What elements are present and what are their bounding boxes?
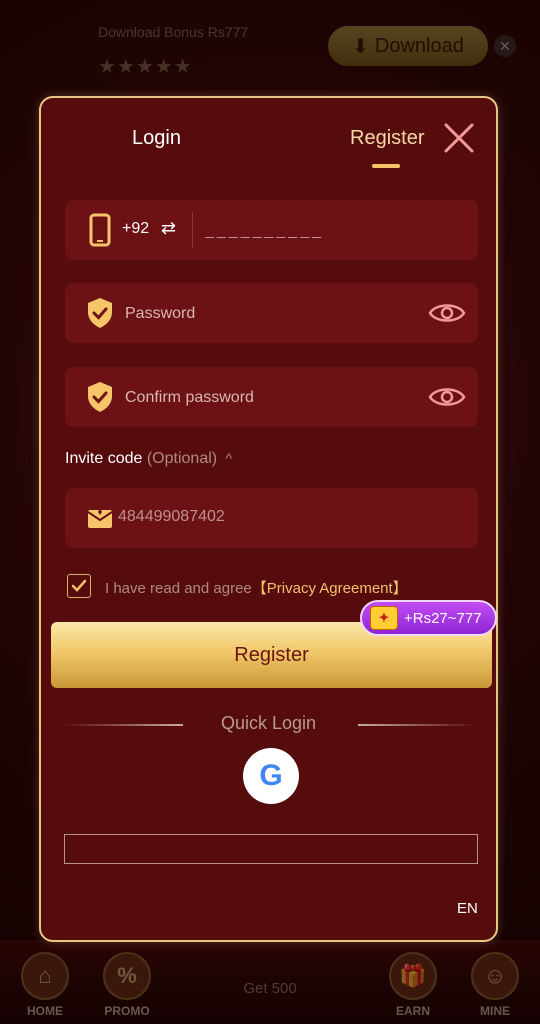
google-icon: G [259, 759, 283, 792]
shield-icon [82, 379, 118, 415]
invite-code-value: 484499087402 [118, 508, 225, 525]
agreement-label: I have read and agree [105, 580, 252, 597]
invite-code-label[interactable]: Invite code (Optional) ^ [65, 450, 232, 468]
close-icon[interactable] [442, 121, 476, 155]
eye-icon[interactable] [428, 381, 466, 413]
invite-code-field[interactable]: 484499087402 [65, 488, 478, 548]
language-selector[interactable]: EN [457, 900, 478, 917]
active-tab-indicator [372, 164, 400, 168]
auth-tabs: Login Register [41, 98, 496, 178]
google-login-button[interactable]: G [243, 748, 299, 804]
confirm-password-field [65, 367, 478, 427]
chevron-up-icon: ^ [225, 450, 233, 466]
password-input[interactable] [123, 297, 417, 331]
envelope-icon [82, 500, 118, 536]
tab-login[interactable]: Login [132, 127, 181, 150]
country-code[interactable]: +92 [122, 220, 149, 238]
empty-field [64, 834, 478, 864]
invite-label-text: Invite code [65, 450, 143, 467]
shield-icon [82, 295, 118, 331]
phone-field: +92 ⇄ [65, 200, 478, 260]
register-modal: Login Register +92 ⇄ __________ Invite c… [39, 96, 498, 942]
bonus-badge: ✦ +Rs27~777 [360, 600, 497, 636]
phone-icon [82, 212, 118, 248]
phone-input[interactable] [203, 214, 467, 248]
password-field [65, 283, 478, 343]
agreement-text: I have read and agree【Privacy Agreement】 [105, 577, 408, 598]
agreement-checkbox[interactable] [67, 574, 91, 598]
divider [192, 212, 193, 248]
eye-icon[interactable] [428, 297, 466, 329]
bonus-badge-text: +Rs27~777 [404, 609, 482, 627]
privacy-agreement-link[interactable]: 【Privacy Agreement】 [252, 580, 408, 597]
checkmark-icon [71, 579, 87, 592]
tab-register[interactable]: Register [350, 127, 424, 150]
invite-optional-text: (Optional) [146, 450, 218, 467]
divider-right [358, 724, 478, 726]
confirm-password-input[interactable] [123, 381, 417, 415]
swap-icon[interactable]: ⇄ [161, 218, 176, 239]
treasure-chest-icon: ✦ [370, 606, 398, 630]
